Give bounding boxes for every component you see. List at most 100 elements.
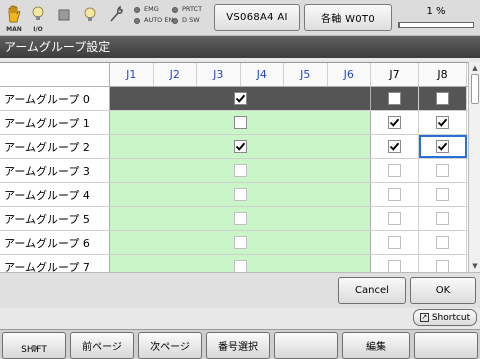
j8-checkbox[interactable] bbox=[436, 236, 449, 249]
prtct-label: PRTCT bbox=[182, 5, 203, 13]
table-row[interactable]: アームグループ 0 bbox=[0, 87, 468, 111]
vertical-scrollbar[interactable]: ▲ ▼ bbox=[468, 62, 480, 272]
scroll-down-icon[interactable]: ▼ bbox=[471, 262, 479, 270]
stop-square-icon bbox=[54, 3, 74, 33]
j8-cell[interactable] bbox=[419, 159, 467, 182]
j7-checkbox[interactable] bbox=[388, 236, 401, 249]
status-bar: MAN I/O EMG AUTO EN PRTCT D SW VS068A4 A… bbox=[0, 0, 480, 36]
j1-j6-checkbox[interactable] bbox=[233, 188, 247, 201]
column-header-j4: J4 bbox=[241, 63, 284, 86]
j8-cell[interactable] bbox=[419, 255, 467, 272]
j1-j6-cell[interactable] bbox=[110, 255, 371, 272]
j7-checkbox[interactable] bbox=[388, 212, 401, 225]
j8-checkbox[interactable] bbox=[436, 260, 449, 272]
auto-en-led-icon bbox=[134, 17, 140, 24]
scroll-thumb[interactable] bbox=[471, 74, 479, 104]
j1-j6-checkbox[interactable] bbox=[233, 92, 247, 105]
j8-cell[interactable] bbox=[419, 111, 467, 134]
column-header-j2: J2 bbox=[154, 63, 197, 86]
row-label: アームグループ 3 bbox=[0, 159, 110, 182]
speed-bar bbox=[398, 22, 474, 28]
j8-cell[interactable] bbox=[419, 207, 467, 230]
column-header-j1: J1 bbox=[110, 63, 154, 86]
table-row[interactable]: アームグループ 4 bbox=[0, 183, 468, 207]
prtct-led-icon bbox=[172, 6, 178, 13]
table-row[interactable]: アームグループ 3 bbox=[0, 159, 468, 183]
row-label: アームグループ 7 bbox=[0, 255, 110, 272]
function-key-bar: SHIFT 前ページ 次ページ 番号選択 編集 bbox=[0, 329, 480, 359]
j1-j6-cell[interactable] bbox=[110, 111, 371, 134]
shift-led-icon bbox=[31, 345, 37, 351]
function-key-5[interactable] bbox=[274, 332, 338, 359]
table-header: J1 J2 J3 J4 J5 J6 J7 J8 bbox=[0, 63, 468, 87]
j1-j6-cell[interactable] bbox=[110, 135, 371, 158]
column-header-j3: J3 bbox=[197, 63, 241, 86]
table-row[interactable]: アームグループ 2 bbox=[0, 135, 468, 159]
j7-cell[interactable] bbox=[371, 135, 419, 158]
shift-key[interactable]: SHIFT bbox=[2, 332, 66, 359]
j1-j6-checkbox[interactable] bbox=[233, 236, 247, 249]
dsw-led-icon bbox=[172, 17, 178, 24]
hand-icon[interactable]: MAN bbox=[4, 3, 24, 33]
j7-checkbox[interactable] bbox=[388, 164, 401, 177]
robot-type-button[interactable]: VS068A4 AI bbox=[214, 4, 300, 31]
j8-checkbox[interactable] bbox=[436, 164, 449, 177]
j8-checkbox[interactable] bbox=[436, 212, 449, 225]
emg-led-icon bbox=[134, 6, 140, 13]
table-row[interactable]: アームグループ 7 bbox=[0, 255, 468, 272]
prev-page-key[interactable]: 前ページ bbox=[70, 332, 134, 359]
page-title: アームグループ設定 bbox=[0, 36, 480, 58]
row-label: アームグループ 4 bbox=[0, 183, 110, 206]
wrench-icon[interactable] bbox=[106, 3, 126, 33]
j7-checkbox[interactable] bbox=[388, 260, 401, 272]
speed-indicator[interactable]: 1 % bbox=[396, 4, 476, 32]
j8-cell[interactable] bbox=[419, 231, 467, 254]
j7-checkbox[interactable] bbox=[388, 188, 401, 201]
dsw-label: D SW bbox=[182, 16, 200, 24]
j8-checkbox[interactable] bbox=[436, 92, 449, 105]
ok-button[interactable]: OK bbox=[410, 277, 476, 304]
table-row[interactable]: アームグループ 6 bbox=[0, 231, 468, 255]
table-row[interactable]: アームグループ 5 bbox=[0, 207, 468, 231]
table-row[interactable]: アームグループ 1 bbox=[0, 111, 468, 135]
j7-cell[interactable] bbox=[371, 207, 419, 230]
j7-checkbox[interactable] bbox=[388, 140, 401, 153]
scroll-up-icon[interactable]: ▲ bbox=[471, 64, 479, 72]
j8-cell[interactable] bbox=[419, 87, 467, 110]
edit-key[interactable]: 編集 bbox=[342, 332, 410, 359]
row-label: アームグループ 5 bbox=[0, 207, 110, 230]
j1-j6-cell[interactable] bbox=[110, 183, 371, 206]
column-header-j7: J7 bbox=[371, 63, 419, 86]
j1-j6-cell[interactable] bbox=[110, 207, 371, 230]
j1-j6-cell[interactable] bbox=[110, 231, 371, 254]
j7-cell[interactable] bbox=[371, 255, 419, 272]
function-key-7[interactable] bbox=[414, 332, 478, 359]
j8-checkbox[interactable] bbox=[436, 116, 449, 129]
j8-checkbox[interactable] bbox=[436, 188, 449, 201]
j1-j6-checkbox[interactable] bbox=[233, 164, 247, 177]
next-page-key[interactable]: 次ページ bbox=[138, 332, 202, 359]
j7-cell[interactable] bbox=[371, 159, 419, 182]
cancel-button[interactable]: Cancel bbox=[338, 277, 406, 304]
j7-cell[interactable] bbox=[371, 111, 419, 134]
j7-cell[interactable] bbox=[371, 231, 419, 254]
j8-cell[interactable] bbox=[419, 183, 467, 206]
j1-j6-checkbox[interactable] bbox=[233, 212, 247, 225]
emg-label: EMG bbox=[144, 5, 159, 13]
shortcut-button[interactable]: ↗ Shortcut bbox=[413, 309, 477, 326]
j7-checkbox[interactable] bbox=[388, 116, 401, 129]
j1-j6-checkbox[interactable] bbox=[233, 260, 247, 272]
j8-checkbox[interactable] bbox=[436, 140, 449, 153]
j7-cell[interactable] bbox=[371, 183, 419, 206]
j1-j6-checkbox[interactable] bbox=[233, 140, 247, 153]
coordinate-button[interactable]: 各軸 W0T0 bbox=[304, 4, 392, 31]
j7-checkbox[interactable] bbox=[388, 92, 401, 105]
j7-cell[interactable] bbox=[371, 87, 419, 110]
j1-j6-cell[interactable] bbox=[110, 87, 371, 110]
shortcut-icon: ↗ bbox=[419, 313, 429, 322]
j8-cell[interactable] bbox=[419, 135, 467, 158]
j1-j6-cell[interactable] bbox=[110, 159, 371, 182]
bulb-io-icon[interactable]: I/O bbox=[28, 3, 48, 33]
j1-j6-checkbox[interactable] bbox=[233, 116, 247, 129]
number-select-key[interactable]: 番号選択 bbox=[206, 332, 270, 359]
